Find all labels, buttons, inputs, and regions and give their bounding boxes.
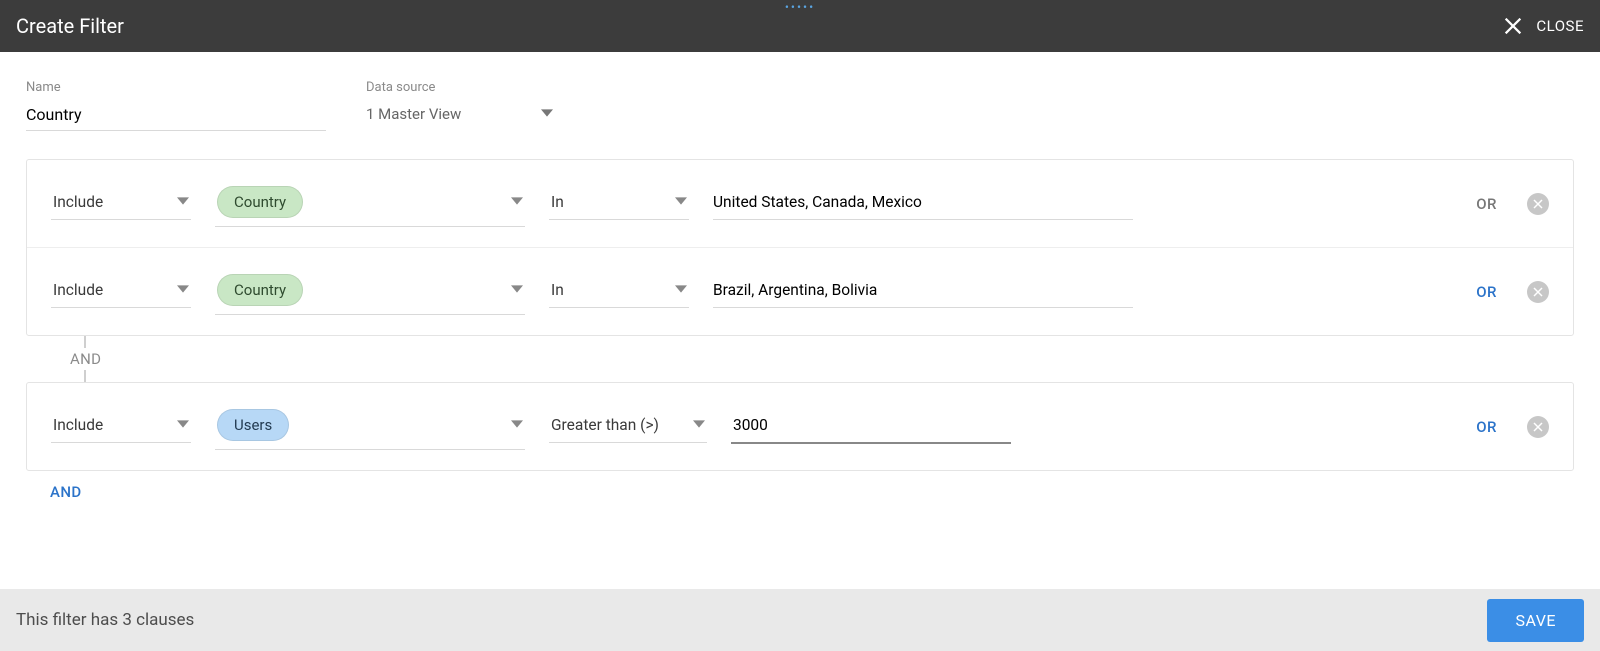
operator-value: Greater than (>) xyxy=(551,416,659,434)
close-label: CLOSE xyxy=(1536,17,1584,35)
chevron-down-icon xyxy=(511,193,523,211)
and-connector: AND xyxy=(26,336,1574,382)
save-button[interactable]: SAVE xyxy=(1487,599,1584,642)
data-source-select[interactable]: 1 Master View xyxy=(366,101,553,129)
dimension-chip: Country xyxy=(217,274,303,306)
dimension-select[interactable]: Users xyxy=(215,403,525,450)
include-value: Include xyxy=(53,281,103,299)
clause-group: Include Country In OR Include Country In OR xyxy=(26,159,1574,336)
close-icon xyxy=(1502,15,1524,37)
dialog-title: Create Filter xyxy=(16,14,124,38)
dialog-body: Name Data source 1 Master View Include Co… xyxy=(0,52,1600,501)
dimension-chip: Country xyxy=(217,186,303,218)
value-input[interactable] xyxy=(713,187,1133,220)
clause-row: Include Country In OR xyxy=(27,160,1573,247)
chevron-down-icon xyxy=(177,416,189,434)
dialog-footer: This filter has 3 clauses SAVE xyxy=(0,589,1600,651)
include-value: Include xyxy=(53,416,103,434)
close-button[interactable]: CLOSE xyxy=(1502,15,1584,37)
data-source-field: Data source 1 Master View xyxy=(366,80,553,131)
operator-select[interactable]: Greater than (>) xyxy=(549,410,707,443)
operator-select[interactable]: In xyxy=(549,187,689,220)
chevron-down-icon xyxy=(177,193,189,211)
data-source-value: 1 Master View xyxy=(366,105,461,123)
clause-row: Include Country In OR xyxy=(27,247,1573,335)
chevron-down-icon xyxy=(511,416,523,434)
dialog-header: ••••• Create Filter CLOSE xyxy=(0,0,1600,52)
clause-group: Include Users Greater than (>) OR xyxy=(26,382,1574,471)
chevron-down-icon xyxy=(675,193,687,211)
add-or-button[interactable]: OR xyxy=(1470,414,1503,440)
data-source-label: Data source xyxy=(366,80,553,95)
dimension-chip: Users xyxy=(217,409,289,441)
value-input[interactable] xyxy=(713,275,1133,308)
add-or-button[interactable]: OR xyxy=(1470,191,1503,217)
remove-clause-button[interactable] xyxy=(1527,193,1549,215)
and-connector-label: AND xyxy=(70,348,101,370)
name-field: Name xyxy=(26,80,326,131)
include-select[interactable]: Include xyxy=(51,187,191,220)
clause-count-message: This filter has 3 clauses xyxy=(16,610,194,630)
include-value: Include xyxy=(53,193,103,211)
operator-select[interactable]: In xyxy=(549,275,689,308)
chevron-down-icon xyxy=(177,281,189,299)
include-select[interactable]: Include xyxy=(51,275,191,308)
operator-value: In xyxy=(551,193,564,211)
operator-value: In xyxy=(551,281,564,299)
include-select[interactable]: Include xyxy=(51,410,191,443)
drag-handle-icon[interactable]: ••••• xyxy=(785,0,815,14)
add-and-button[interactable]: AND xyxy=(26,471,1574,501)
name-label: Name xyxy=(26,80,326,95)
remove-clause-button[interactable] xyxy=(1527,416,1549,438)
value-input[interactable] xyxy=(731,410,1011,444)
chevron-down-icon xyxy=(693,416,705,434)
chevron-down-icon xyxy=(541,105,553,123)
chevron-down-icon xyxy=(511,281,523,299)
dimension-select[interactable]: Country xyxy=(215,268,525,315)
dimension-select[interactable]: Country xyxy=(215,180,525,227)
remove-clause-button[interactable] xyxy=(1527,281,1549,303)
name-input[interactable] xyxy=(26,101,326,131)
clause-row: Include Users Greater than (>) OR xyxy=(27,383,1573,470)
chevron-down-icon xyxy=(675,281,687,299)
add-or-button[interactable]: OR xyxy=(1470,279,1503,305)
